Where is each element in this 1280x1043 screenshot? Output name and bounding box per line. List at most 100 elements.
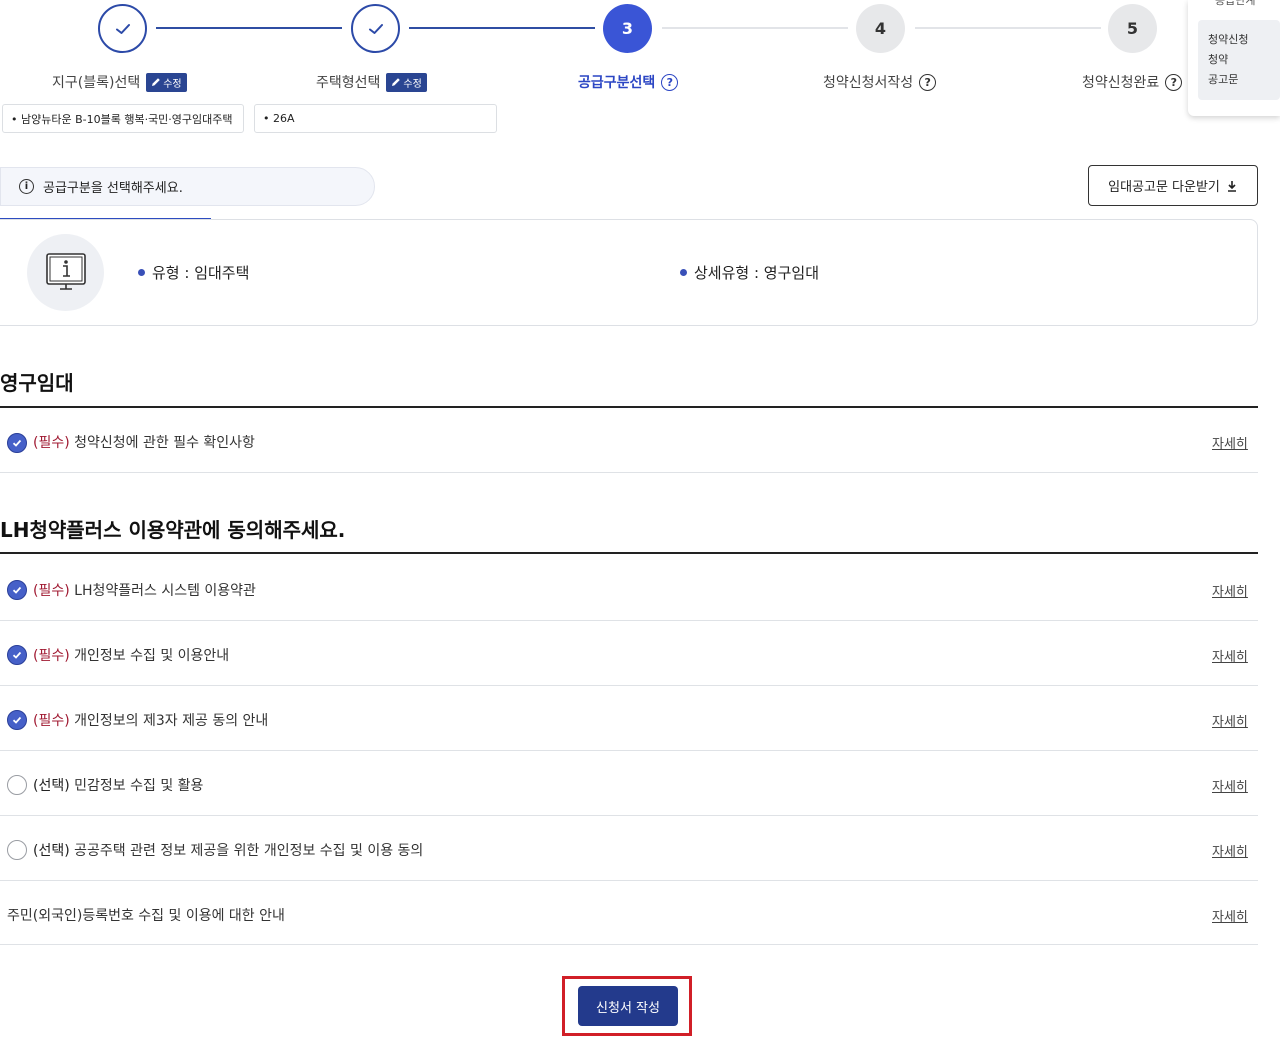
help-icon[interactable]: ? (661, 73, 679, 91)
detail-link[interactable]: 자세히 (1212, 711, 1248, 730)
side-item-notice[interactable]: 공고문 (1208, 70, 1280, 90)
bullet-dot (138, 269, 145, 276)
detail-link[interactable]: 자세히 (1212, 646, 1248, 665)
detail-link[interactable]: 자세히 (1212, 906, 1248, 925)
housing-type-text: 유형 : 임대주택 (152, 264, 250, 282)
section-divider (0, 552, 1258, 554)
check-icon (368, 23, 383, 34)
agreement-label: (필수) LH청약플러스 시스템 이용약관 (33, 580, 256, 600)
step-5-label: 청약신청완료 (1082, 75, 1160, 91)
check-icon (12, 586, 22, 594)
step-2-edit-label: 수정 (403, 78, 422, 90)
section-divider (0, 406, 1258, 408)
checkbox-checked[interactable] (7, 645, 27, 665)
detail-link[interactable]: 자세히 (1212, 581, 1248, 600)
checkbox-checked[interactable] (7, 580, 27, 600)
agreement-row[interactable]: (필수) 개인정보의 제3자 제공 동의 안내 자세히 (0, 686, 1258, 750)
required-tag: (필수) (33, 435, 70, 451)
step-2-label: 주택형선택 (316, 75, 381, 91)
side-quick-panel: 청약신청 청약 공고문 (1188, 0, 1280, 116)
step-3-label: 공급구분선택 (578, 75, 656, 91)
download-icon (1227, 180, 1236, 192)
checkbox-checked[interactable] (7, 710, 27, 730)
housing-type: 유형 : 임대주택 (138, 262, 249, 283)
agreement-label: (필수) 청약신청에 관한 필수 확인사항 (33, 432, 255, 452)
step-2-label-group: 주택형선택 수정 (316, 72, 427, 92)
housing-subtype: 상세유형 : 영구임대 (680, 262, 819, 283)
step-1-circle[interactable] (98, 4, 147, 53)
card-icon-circle (27, 234, 104, 311)
agreement-row[interactable]: (필수) LH청약플러스 시스템 이용약관 자세히 (0, 556, 1258, 620)
agreement-row[interactable]: (필수) 개인정보 수집 및 이용안내 자세히 (0, 621, 1258, 685)
section-title-permanent-rental: 영구임대 (0, 371, 74, 395)
side-item-subscription[interactable]: 청약 (1208, 50, 1280, 70)
side-quick-menu: 청약신청 청약 공고문 (1198, 20, 1280, 100)
step-connector-4 (915, 27, 1101, 29)
help-icon[interactable]: ? (919, 73, 937, 91)
download-notice-button[interactable]: 임대공고문 다운받기 (1088, 165, 1258, 206)
agreement-text: 공공주택 관련 정보 제공을 위한 개인정보 수집 및 이용 동의 (69, 843, 424, 859)
step-connector-2 (409, 27, 595, 29)
notice-text: 공급구분을 선택해주세요. (43, 181, 183, 196)
selected-house-type: • 26A (263, 112, 295, 125)
step-2-circle[interactable] (351, 4, 400, 53)
check-icon (12, 651, 22, 659)
step-2-edit-button[interactable]: 수정 (386, 72, 427, 92)
agreement-row[interactable]: (선택) 공공주택 관련 정보 제공을 위한 개인정보 수집 및 이용 동의 자… (0, 816, 1258, 880)
optional-tag: (선택) (33, 843, 70, 859)
pencil-icon (152, 78, 161, 86)
agreement-text: 개인정보 수집 및 이용안내 (69, 648, 230, 664)
agreement-text: 민감정보 수집 및 활용 (69, 778, 204, 794)
download-button-label: 임대공고문 다운받기 (1108, 180, 1220, 195)
help-icon[interactable]: ? (1165, 73, 1183, 91)
section-title-terms: LH청약플러스 이용약관에 동의해주세요. (0, 518, 346, 542)
agreement-text: LH청약플러스 시스템 이용약관 (69, 583, 256, 599)
step-connector-3 (662, 27, 848, 29)
checkbox-unchecked[interactable] (7, 775, 27, 795)
required-tag: (필수) (33, 713, 70, 729)
write-application-button[interactable]: 신청서 작성 (578, 986, 678, 1026)
selected-block-box: • 남양뉴타운 B-10블록 행복·국민·영구임대주택 (2, 104, 244, 133)
step-4-label: 청약신청서작성 (823, 75, 914, 91)
required-tag: (필수) (33, 648, 70, 664)
detail-link[interactable]: 자세히 (1212, 841, 1248, 860)
info-row[interactable]: 주민(외국인)등록번호 수집 및 이용에 대한 안내 자세히 (0, 881, 1258, 944)
step-5-label-group: 청약신청완료 ? (1082, 72, 1183, 92)
agreement-label: (필수) 개인정보 수집 및 이용안내 (33, 645, 229, 665)
agreement-text: 청약신청에 관한 필수 확인사항 (69, 435, 255, 451)
step-1-label-group: 지구(블록)선택 수정 (52, 72, 187, 92)
step-5-circle: 5 (1108, 4, 1157, 53)
selected-house-type-box: • 26A (254, 104, 497, 133)
step-4-circle: 4 (856, 4, 905, 53)
bullet-dot (680, 269, 687, 276)
housing-subtype-text: 상세유형 : 영구임대 (694, 264, 819, 282)
agreement-row[interactable]: (선택) 민감정보 수집 및 활용 자세히 (0, 751, 1258, 815)
pencil-icon (392, 78, 401, 86)
checkbox-unchecked[interactable] (7, 840, 27, 860)
check-icon (115, 23, 130, 34)
step-4-label-group: 청약신청서작성 ? (823, 72, 937, 92)
agreement-label: (필수) 개인정보의 제3자 제공 동의 안내 (33, 710, 268, 730)
step-1-edit-label: 수정 (163, 78, 182, 90)
side-item-apply[interactable]: 청약신청 (1208, 30, 1280, 50)
detail-link[interactable]: 자세히 (1212, 433, 1248, 452)
step-3-circle: 3 (603, 4, 652, 53)
info-icon: i (19, 179, 34, 194)
required-tag: (필수) (33, 583, 70, 599)
check-icon (12, 716, 22, 724)
step-3-label-group: 공급구분선택 ? (578, 72, 679, 92)
agreement-label: (선택) 공공주택 관련 정보 제공을 위한 개인정보 수집 및 이용 동의 (33, 840, 423, 860)
notice-banner: i 공급구분을 선택해주세요. (0, 167, 375, 206)
row-divider (0, 472, 1258, 473)
step-1-edit-button[interactable]: 수정 (146, 72, 187, 92)
optional-tag: (선택) (33, 778, 70, 794)
selected-block: • 남양뉴타운 B-10블록 행복·국민·영구임대주택 (11, 112, 233, 126)
resident-number-notice: 주민(외국인)등록번호 수집 및 이용에 대한 안내 (7, 908, 285, 924)
agreement-row[interactable]: (필수) 청약신청에 관한 필수 확인사항 자세히 (0, 409, 1258, 472)
side-panel-title: 공급단계 (1215, 0, 1256, 7)
checkbox-checked[interactable] (7, 433, 27, 453)
info-monitor-icon (45, 252, 86, 290)
row-divider (0, 944, 1258, 945)
step-1-label: 지구(블록)선택 (52, 75, 141, 91)
detail-link[interactable]: 자세히 (1212, 776, 1248, 795)
